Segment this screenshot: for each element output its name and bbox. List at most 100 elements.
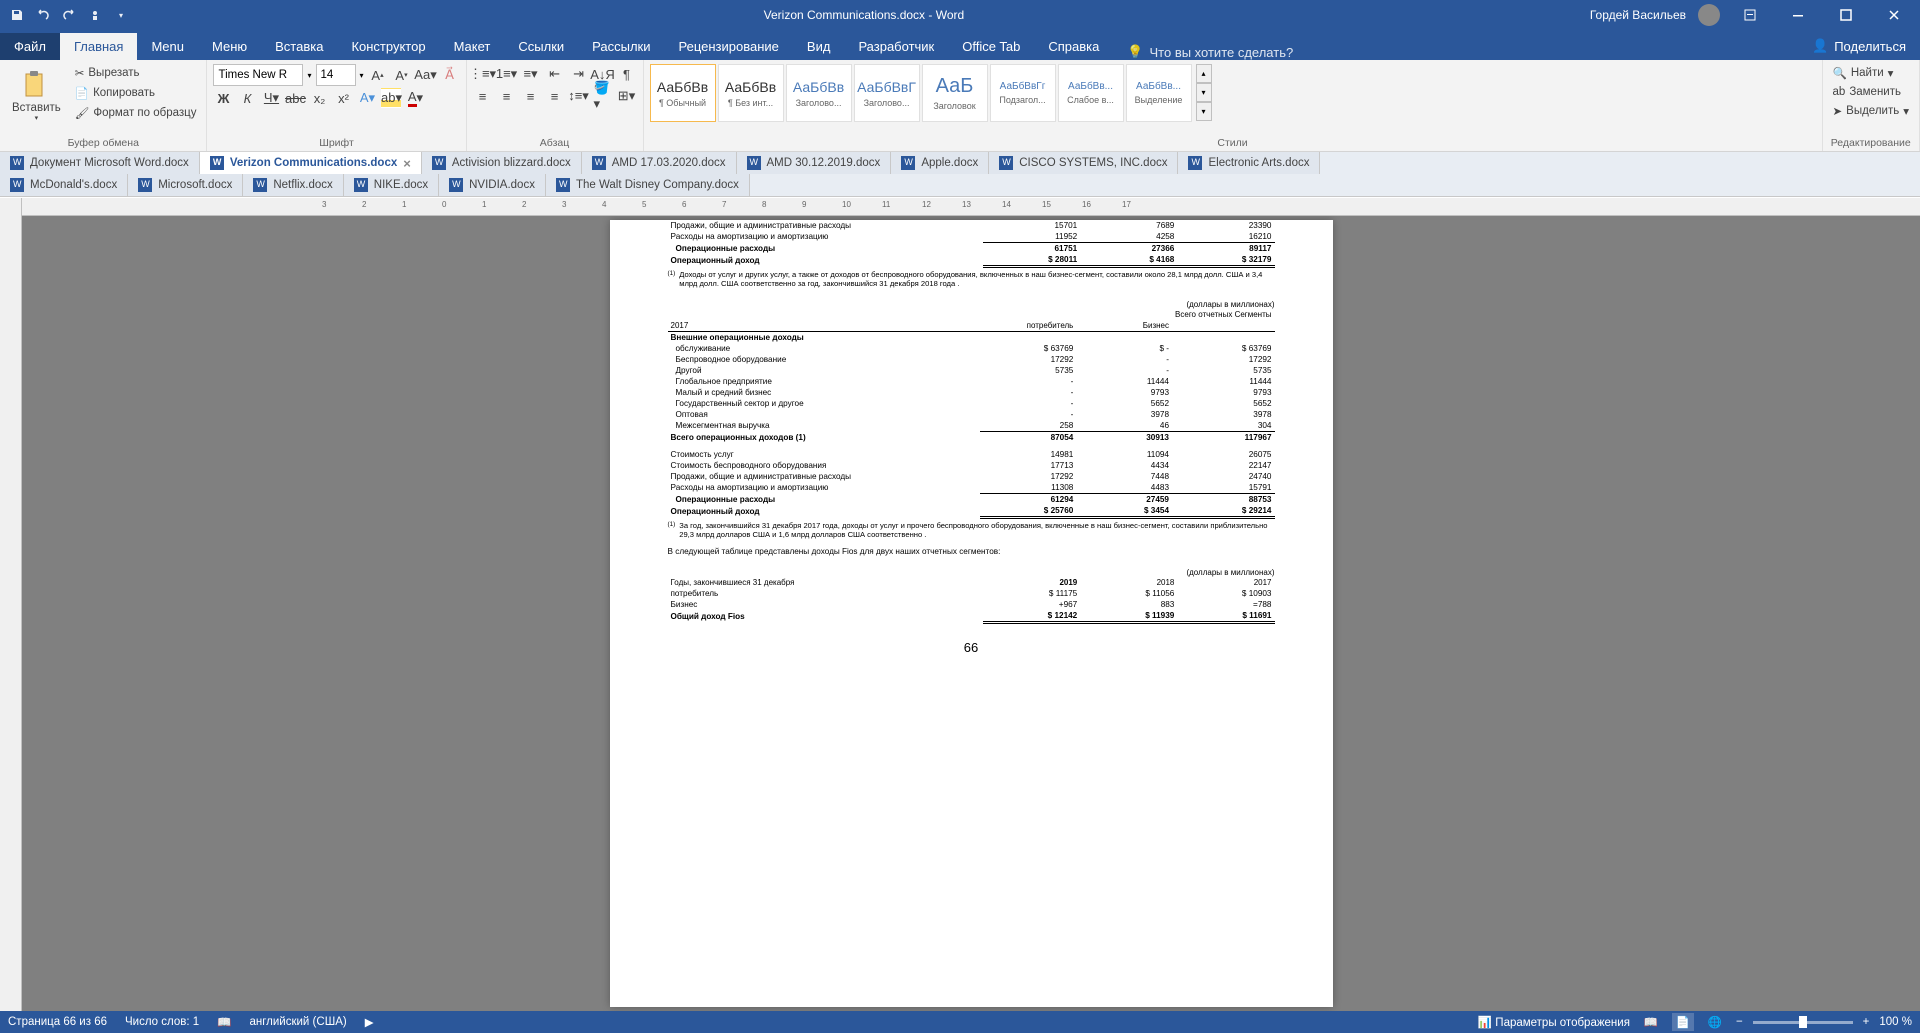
doc-tab[interactable]: Microsoft.docx (128, 174, 243, 196)
user-name[interactable]: Гордей Васильев (1590, 8, 1686, 22)
tab-menu-ru[interactable]: Меню (198, 33, 261, 60)
doc-tab[interactable]: Verizon Communications.docx× (200, 152, 422, 174)
tab-insert[interactable]: Вставка (261, 33, 337, 60)
read-mode-icon[interactable]: 📖 (1640, 1013, 1662, 1031)
zoom-out-icon[interactable]: − (1736, 1016, 1743, 1028)
tab-review[interactable]: Рецензирование (665, 33, 793, 60)
tab-view[interactable]: Вид (793, 33, 845, 60)
doc-tab[interactable]: NVIDIA.docx (439, 174, 546, 196)
avatar[interactable] (1698, 4, 1720, 26)
bold-icon[interactable]: Ж (213, 88, 233, 108)
bullets-icon[interactable]: ⋮≡▾ (473, 64, 493, 84)
tab-layout[interactable]: Макет (440, 33, 505, 60)
doc-tab[interactable]: AMD 17.03.2020.docx (582, 152, 737, 174)
touch-icon[interactable] (86, 6, 104, 24)
shading-icon[interactable]: 🪣▾ (593, 86, 613, 106)
share-button[interactable]: 👤 Поделиться (1798, 32, 1920, 60)
superscript-icon[interactable]: x² (333, 88, 353, 108)
text-effects-icon[interactable]: A▾ (357, 88, 377, 108)
find-button[interactable]: 🔍Найти ▾ (1829, 64, 1913, 82)
tab-file[interactable]: Файл (0, 33, 60, 60)
styles-more-icon[interactable]: ▾ (1196, 102, 1212, 121)
zoom-level[interactable]: 100 % (1879, 1016, 1912, 1028)
subscript-icon[interactable]: x₂ (309, 88, 329, 108)
language-indicator[interactable]: английский (США) (249, 1016, 346, 1028)
undo-icon[interactable] (34, 6, 52, 24)
numbering-icon[interactable]: 1≡▾ (497, 64, 517, 84)
macro-icon[interactable]: ▶ (365, 1015, 374, 1029)
indent-icon[interactable]: ⇥ (569, 64, 589, 84)
highlight-icon[interactable]: ab▾ (381, 88, 401, 108)
show-marks-icon[interactable]: ¶ (617, 64, 637, 84)
borders-icon[interactable]: ⊞▾ (617, 86, 637, 106)
cut-button[interactable]: ✂Вырезать (71, 64, 201, 82)
doc-tab[interactable]: McDonald's.docx (0, 174, 128, 196)
doc-tab[interactable]: Netflix.docx (243, 174, 343, 196)
style-item[interactable]: АаБбВв...Выделение (1126, 64, 1192, 122)
style-gallery[interactable]: АаБбВв¶ ОбычныйАаБбВв¶ Без инт...АаБбВвЗ… (650, 64, 1192, 122)
ribbon-options-icon[interactable] (1732, 0, 1768, 30)
italic-icon[interactable]: К (237, 88, 257, 108)
styles-down-icon[interactable]: ▾ (1196, 83, 1212, 102)
close-icon[interactable] (1876, 0, 1912, 30)
tab-officetab[interactable]: Office Tab (948, 33, 1034, 60)
font-size-select[interactable]: 14 (316, 64, 356, 86)
tab-references[interactable]: Ссылки (504, 33, 578, 60)
qat-more-icon[interactable]: ▾ (112, 6, 130, 24)
spellcheck-icon[interactable]: 📖 (217, 1015, 231, 1029)
align-center-icon[interactable]: ≡ (497, 86, 517, 106)
doc-tab[interactable]: NIKE.docx (344, 174, 439, 196)
doc-tab[interactable]: Apple.docx (891, 152, 989, 174)
maximize-icon[interactable] (1828, 0, 1864, 30)
replace-button[interactable]: abЗаменить (1829, 84, 1913, 100)
copy-button[interactable]: 📄Копировать (71, 84, 201, 102)
horizontal-ruler[interactable]: 32101234567891011121314151617 (22, 198, 1920, 216)
display-params[interactable]: 📊 Параметры отображения (1478, 1015, 1630, 1029)
tab-help[interactable]: Справка (1034, 33, 1113, 60)
tab-menu[interactable]: Menu (137, 33, 198, 60)
document-canvas[interactable]: Продажи, общие и административные расход… (22, 216, 1920, 1011)
align-left-icon[interactable]: ≡ (473, 86, 493, 106)
vertical-ruler[interactable] (0, 198, 22, 1011)
format-painter-button[interactable]: 🖌Формат по образцу (71, 104, 201, 122)
multilevel-icon[interactable]: ≡▾ (521, 64, 541, 84)
style-item[interactable]: АаБбВвЗаголово... (786, 64, 852, 122)
tab-mailings[interactable]: Рассылки (578, 33, 664, 60)
style-item[interactable]: АаБбВв¶ Без инт... (718, 64, 784, 122)
font-color-icon[interactable]: A▾ (405, 88, 425, 108)
doc-tab[interactable]: Документ Microsoft Word.docx (0, 152, 200, 174)
word-count[interactable]: Число слов: 1 (125, 1016, 199, 1028)
doc-tab[interactable]: AMD 30.12.2019.docx (737, 152, 892, 174)
tab-home[interactable]: Главная (60, 33, 137, 60)
tab-design[interactable]: Конструктор (337, 33, 439, 60)
outdent-icon[interactable]: ⇤ (545, 64, 565, 84)
align-right-icon[interactable]: ≡ (521, 86, 541, 106)
web-layout-icon[interactable]: 🌐 (1704, 1013, 1726, 1031)
close-tab-icon[interactable]: × (403, 156, 411, 171)
select-button[interactable]: ➤Выделить ▾ (1829, 102, 1913, 120)
shrink-font-icon[interactable]: A▾ (392, 65, 412, 85)
style-item[interactable]: АаБбВв...Слабое в... (1058, 64, 1124, 122)
line-spacing-icon[interactable]: ↕≡▾ (569, 86, 589, 106)
minimize-icon[interactable] (1780, 0, 1816, 30)
style-item[interactable]: АаБбВвГгПодзагол... (990, 64, 1056, 122)
zoom-slider[interactable] (1753, 1021, 1853, 1024)
change-case-icon[interactable]: Aa▾ (416, 65, 436, 85)
justify-icon[interactable]: ≡ (545, 86, 565, 106)
redo-icon[interactable] (60, 6, 78, 24)
tell-me-search[interactable]: 💡 Что вы хотите сделать? (1113, 44, 1307, 60)
save-icon[interactable] (8, 6, 26, 24)
paste-button[interactable]: Вставить ▾ (6, 64, 67, 126)
styles-up-icon[interactable]: ▴ (1196, 64, 1212, 83)
strike-icon[interactable]: abc (285, 88, 305, 108)
grow-font-icon[interactable]: A▴ (368, 65, 388, 85)
font-name-select[interactable]: Times New R (213, 64, 303, 86)
page-indicator[interactable]: Страница 66 из 66 (8, 1016, 107, 1028)
clear-format-icon[interactable]: A⃗ (440, 65, 460, 85)
underline-icon[interactable]: Ч▾ (261, 88, 281, 108)
style-item[interactable]: АаБЗаголовок (922, 64, 988, 122)
style-item[interactable]: АаБбВв¶ Обычный (650, 64, 716, 122)
tab-developer[interactable]: Разработчик (844, 33, 948, 60)
doc-tab[interactable]: The Walt Disney Company.docx (546, 174, 750, 196)
doc-tab[interactable]: Activision blizzard.docx (422, 152, 582, 174)
